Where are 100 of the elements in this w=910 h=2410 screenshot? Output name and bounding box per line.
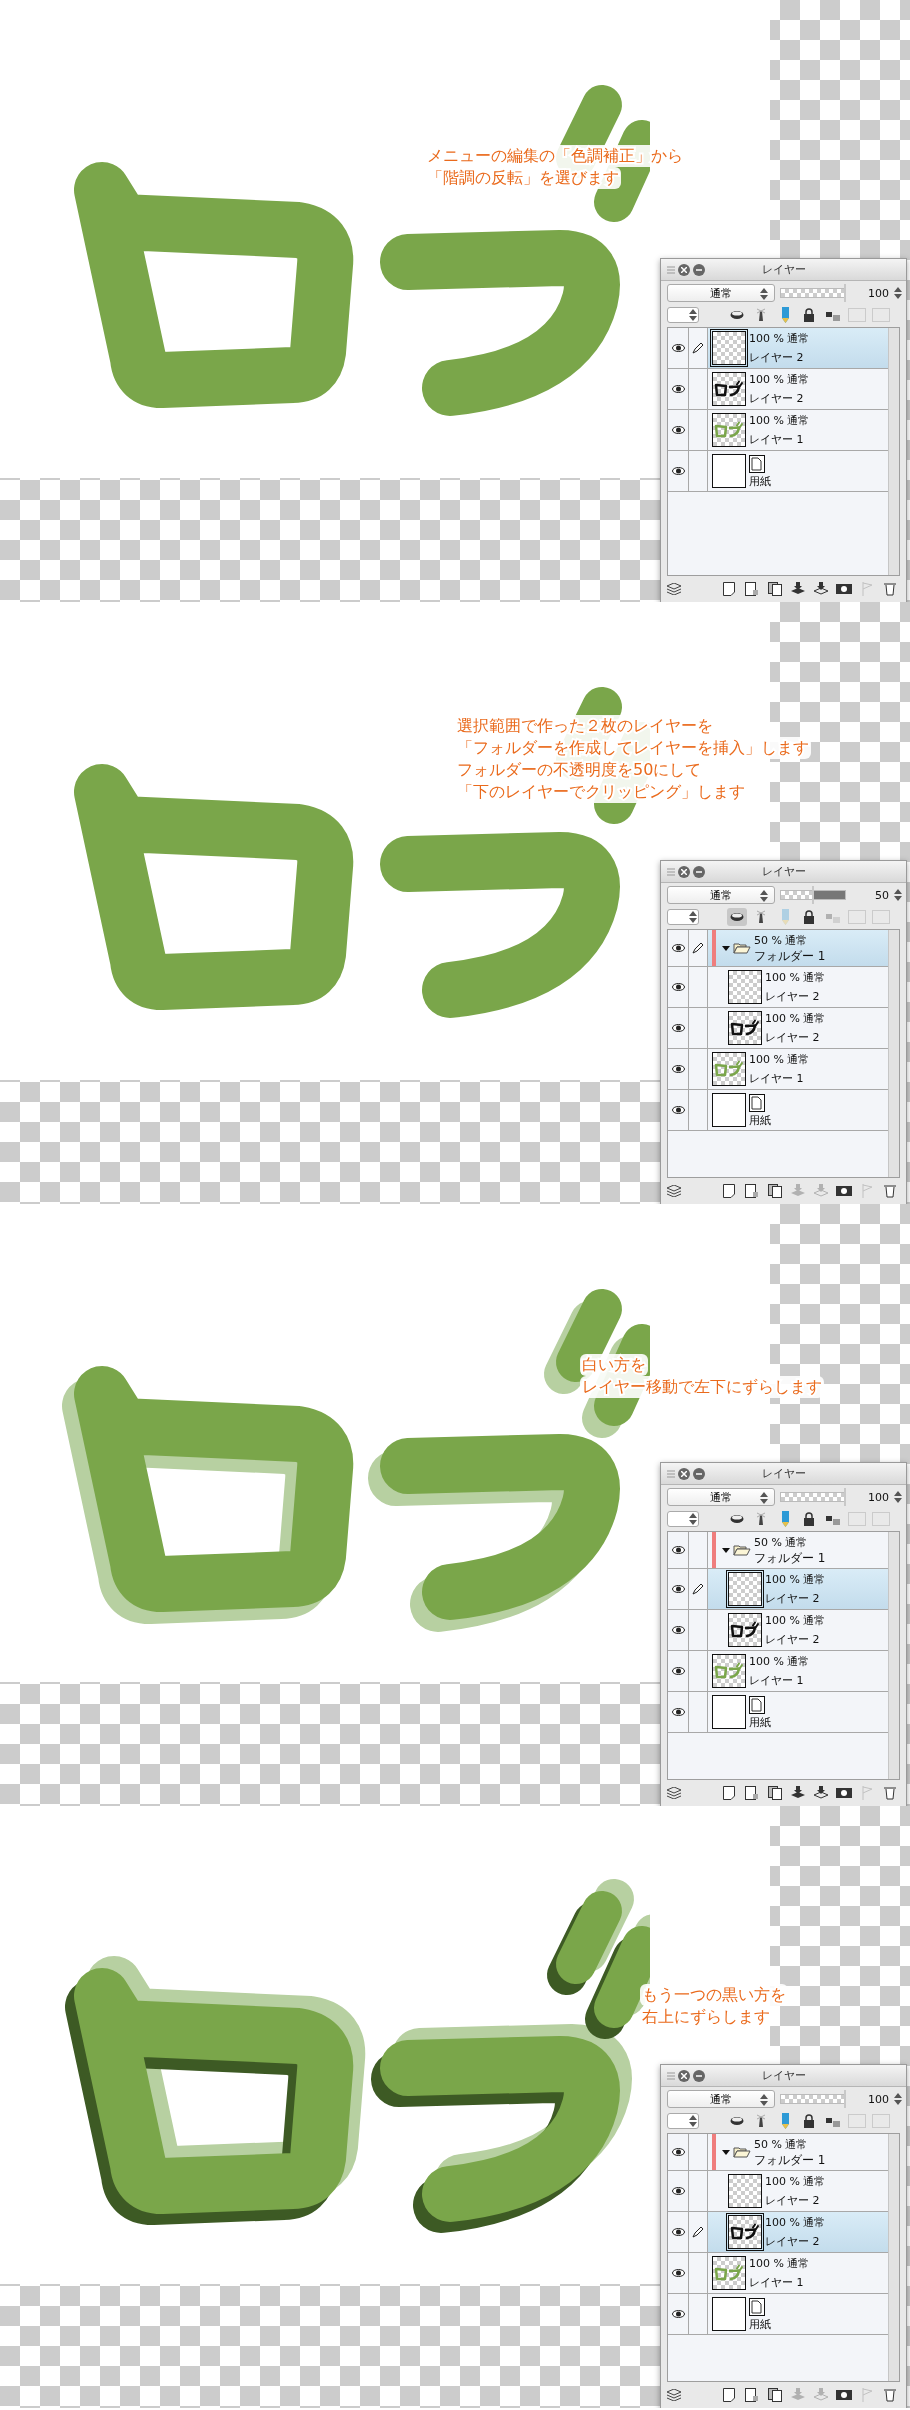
layer-row[interactable]: 100 % 通常 レイヤー 2 <box>668 1610 888 1651</box>
blend-mode-select[interactable]: 通常 <box>667 886 775 904</box>
frame-icon <box>872 910 890 924</box>
duplicate-layer-button[interactable] <box>765 1182 785 1200</box>
minimize-button[interactable] <box>693 865 705 878</box>
lock-icon <box>803 2114 815 2128</box>
layer-name: 用紙 <box>749 1715 771 1729</box>
layer-name: レイヤー 1 <box>749 1072 805 1085</box>
minimize-icon <box>696 1470 702 1477</box>
pencil-icon <box>781 909 789 925</box>
scrollbar[interactable] <box>888 328 899 575</box>
mask-icon <box>836 584 852 594</box>
scrollbar[interactable] <box>888 1532 899 1779</box>
folder-name: フォルダー 1 <box>754 2152 826 2167</box>
paper-thumbnail <box>712 1695 746 1729</box>
frame-icon <box>848 2114 866 2128</box>
layer-opacity-mode: 100 % 通常 <box>749 414 810 427</box>
layer-opacity-mode: 100 % 通常 <box>749 2257 810 2270</box>
close-button[interactable] <box>678 263 690 276</box>
scrollbar[interactable] <box>888 2134 899 2381</box>
mask-icon <box>836 2390 852 2400</box>
up-down-arrows-icon <box>894 287 902 299</box>
layer-thumbnail <box>728 970 762 1004</box>
page-icon <box>745 582 759 596</box>
ellipse-icon <box>730 1514 744 1524</box>
layer-row[interactable]: 50 % 通常 フォルダー 1 <box>668 2134 888 2171</box>
tower-icon <box>757 1512 765 1526</box>
layer-row[interactable]: 用紙 <box>668 2294 888 2335</box>
blend-mode-select[interactable]: 通常 <box>667 2090 775 2108</box>
close-button[interactable] <box>678 1467 690 1480</box>
layer-opacity-mode: 100 % 通常 <box>765 971 826 984</box>
lock-checker-icon <box>826 1513 840 1525</box>
layer-row[interactable]: 100 % 通常 レイヤー 2 <box>668 369 888 410</box>
eye-icon <box>671 426 685 434</box>
folder-name: フォルダー 1 <box>754 1550 826 1565</box>
logo-thumbnail-drawing <box>714 2264 744 2282</box>
minimize-button[interactable] <box>693 263 705 276</box>
copy-icon <box>768 2388 782 2402</box>
color-select[interactable] <box>667 1511 699 1527</box>
duplicate-layer-button[interactable] <box>765 580 785 598</box>
layer-row[interactable]: 用紙 <box>668 1692 888 1733</box>
layer-row[interactable]: 100 % 通常 レイヤー 2 <box>668 1569 888 1610</box>
page-icon <box>723 582 735 596</box>
layer-row[interactable]: 100 % 通常 レイヤー 1 <box>668 2253 888 2294</box>
document-icon <box>749 454 765 473</box>
layer-row[interactable]: 用紙 <box>668 1090 888 1131</box>
flag-icon <box>861 1786 873 1800</box>
copy-icon <box>768 1786 782 1800</box>
minimize-button[interactable] <box>693 2069 705 2082</box>
layer-row[interactable]: 100 % 通常 レイヤー 2 <box>668 967 888 1008</box>
layer-row[interactable]: 50 % 通常 フォルダー 1 <box>668 930 888 967</box>
layer-row[interactable]: 100 % 通常 レイヤー 1 <box>668 1049 888 1090</box>
opacity-value: 50 <box>875 888 889 902</box>
instruction-text: レイヤー移動で左下にずらします <box>580 1376 824 1398</box>
lock-checker-icon <box>826 2115 840 2127</box>
layer-row[interactable]: 100 % 通常 レイヤー 1 <box>668 410 888 451</box>
layer-row[interactable]: 100 % 通常 レイヤー 1 <box>668 1651 888 1692</box>
arrow-down-layer-icon <box>814 582 828 596</box>
layer-row[interactable]: 100 % 通常 レイヤー 2 <box>668 2171 888 2212</box>
duplicate-layer-button[interactable] <box>765 2386 785 2404</box>
layer-row[interactable]: 100 % 通常 レイヤー 2 <box>668 1008 888 1049</box>
blend-mode-select[interactable]: 通常 <box>667 284 775 302</box>
panel-title: レイヤー <box>761 1466 807 1481</box>
logo-thumbnail-drawing <box>714 1662 744 1680</box>
up-down-arrows-icon <box>760 1492 768 1504</box>
duplicate-layer-button[interactable] <box>765 1784 785 1802</box>
blend-mode-select[interactable]: 通常 <box>667 1488 775 1506</box>
clip-button[interactable] <box>727 908 747 926</box>
logo-thumbnail-drawing <box>730 1621 760 1639</box>
layer-row[interactable]: 用紙 <box>668 451 888 492</box>
page-icon <box>745 1786 759 1800</box>
page-icon <box>723 1184 735 1198</box>
layer-opacity-mode: 100 % 通常 <box>765 1614 826 1627</box>
copy-icon <box>768 582 782 596</box>
minimize-button[interactable] <box>693 1467 705 1480</box>
close-button[interactable] <box>678 865 690 878</box>
mask-icon <box>836 1186 852 1196</box>
opacity-value: 100 <box>868 1490 889 1504</box>
logo-thumbnail-drawing <box>714 380 744 398</box>
color-select[interactable] <box>667 909 699 925</box>
layer-opacity-mode: 50 % 通常 <box>754 933 809 947</box>
arrow-down-layer-icon <box>791 582 805 596</box>
folder-color-bar <box>712 930 716 966</box>
layer-row[interactable]: 100 % 通常 レイヤー 2 <box>668 328 888 369</box>
layers-icon <box>667 2389 681 2401</box>
color-select[interactable] <box>667 307 699 323</box>
layer-row[interactable]: 100 % 通常 レイヤー 2 <box>668 2212 888 2253</box>
scrollbar[interactable] <box>888 930 899 1177</box>
menu-icon <box>667 2071 675 2080</box>
arrow-down-layer-icon <box>791 1786 805 1800</box>
frame-icon <box>848 308 866 322</box>
panel-title: レイヤー <box>761 262 807 277</box>
lock-checker-icon <box>826 309 840 321</box>
color-select[interactable] <box>667 2113 699 2129</box>
arrow-down-layer-icon <box>814 1184 828 1198</box>
close-button[interactable] <box>678 2069 690 2082</box>
layer-name: レイヤー 2 <box>765 990 821 1003</box>
panel-title: レイヤー <box>761 2068 807 2083</box>
layer-opacity-mode: 100 % 通常 <box>765 1012 826 1025</box>
layer-opacity-mode: 100 % 通常 <box>765 1573 826 1586</box>
